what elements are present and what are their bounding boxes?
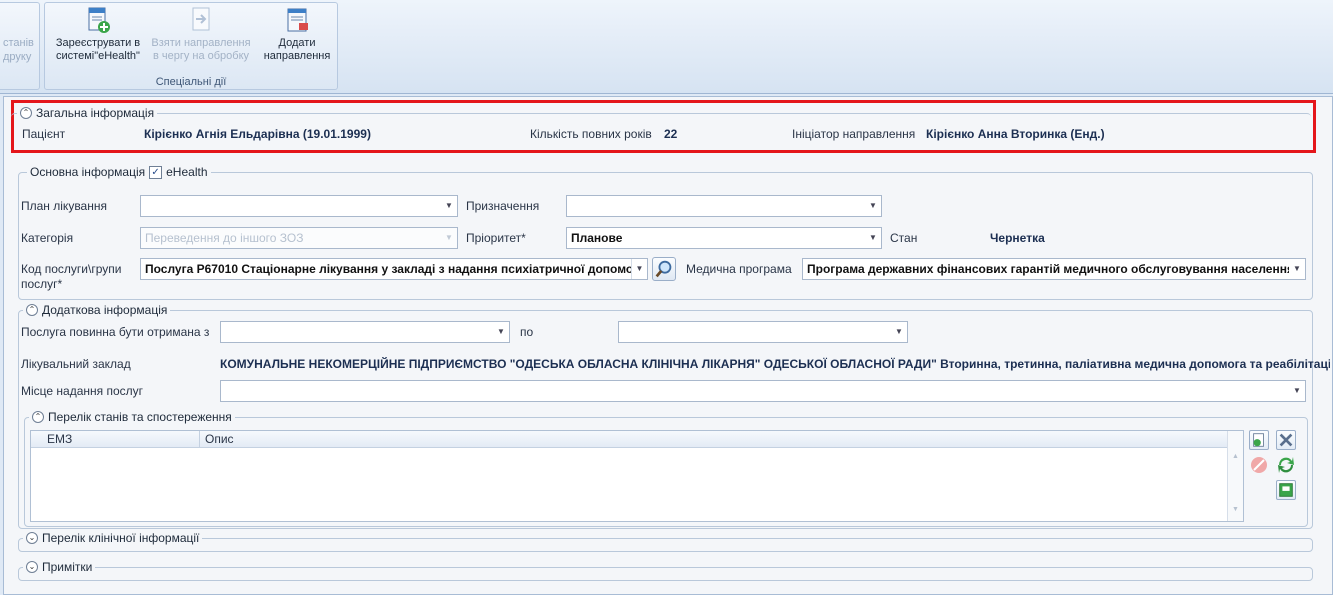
refresh-button[interactable] bbox=[1276, 455, 1296, 475]
plan-combo[interactable]: ▼ bbox=[140, 195, 458, 217]
program-combo[interactable]: Програма державних фінансових гарантій м… bbox=[802, 258, 1306, 280]
add-state-button[interactable] bbox=[1249, 430, 1269, 450]
ribbon-group-special: Зареєструвати в системі"eHealth" Взяти н… bbox=[44, 2, 338, 90]
category-value: Переведення до іншого ЗОЗ bbox=[145, 231, 304, 245]
state-label: Стан bbox=[890, 231, 918, 245]
chevron-down-icon[interactable]: ▼ bbox=[1289, 259, 1305, 279]
register-label-1: Зареєструвати в bbox=[55, 37, 141, 49]
facility-value: КОМУНАЛЬНЕ НЕКОМЕРЦІЙНЕ ПІДПРИЄМСТВО "ОД… bbox=[220, 357, 1330, 371]
from-date-combo[interactable]: ▼ bbox=[220, 321, 510, 343]
column-emz[interactable]: ЕМЗ bbox=[47, 432, 72, 446]
years-value: 22 bbox=[664, 127, 678, 141]
chevron-down-icon[interactable]: ▼ bbox=[631, 259, 647, 279]
column-description[interactable]: Опис bbox=[205, 432, 234, 446]
chevron-down-icon[interactable]: ▼ bbox=[891, 322, 907, 342]
purpose-combo[interactable]: ▼ bbox=[566, 195, 882, 217]
export-button[interactable] bbox=[1276, 480, 1296, 500]
add-referral-button[interactable]: Додати направлення bbox=[257, 5, 337, 63]
chevron-up-icon[interactable]: ⌃ bbox=[26, 304, 38, 316]
initiator-label: Ініціатор направлення bbox=[792, 127, 916, 141]
states-grid-header: ЕМЗ Опис bbox=[31, 431, 1243, 448]
service-label-1: Код послуги\групи bbox=[21, 262, 122, 276]
ribbon-left-line1[interactable]: станів bbox=[3, 37, 34, 49]
to-date-combo[interactable]: ▼ bbox=[618, 321, 908, 343]
add-referral-icon bbox=[287, 8, 308, 32]
queue-label-2: в чергу на обробку bbox=[152, 50, 250, 62]
take-to-queue-button[interactable]: Взяти направлення в чергу на обробку bbox=[147, 5, 255, 63]
patient-value: Кірієнко Агнія Ельдарівна (19.01.1999) bbox=[144, 127, 371, 141]
states-grid[interactable]: ЕМЗ Опис ▲ ▼ bbox=[30, 430, 1244, 522]
from-label: Послуга повинна бути отримана з bbox=[21, 325, 210, 339]
add-document-icon bbox=[1253, 433, 1264, 447]
service-label-2: послуг* bbox=[21, 277, 63, 291]
ehealth-label: eHealth bbox=[166, 165, 208, 179]
ribbon-group-caption: Спеціальні дії bbox=[155, 76, 227, 88]
initiator-value: Кірієнко Анна Вторинка (Енд.) bbox=[926, 127, 1105, 141]
service-value: Послуга P67010 Стаціонарне лікування у з… bbox=[145, 262, 646, 276]
extra-info-legend: Додаткова інформація bbox=[42, 303, 168, 317]
state-value: Чернетка bbox=[990, 231, 1045, 245]
service-combo[interactable]: Послуга P67010 Стаціонарне лікування у з… bbox=[140, 258, 648, 280]
lookup-button[interactable] bbox=[652, 257, 676, 281]
edit-state-button[interactable] bbox=[1276, 430, 1296, 450]
register-ehealth-button[interactable]: Зареєструвати в системі"eHealth" bbox=[49, 5, 147, 63]
general-info-legend: Загальна інформація bbox=[36, 106, 155, 120]
tools-icon bbox=[1279, 433, 1293, 447]
facility-label: Лікувальний заклад bbox=[21, 357, 131, 371]
chevron-up-icon[interactable]: ⌃ bbox=[32, 411, 44, 423]
plan-label: План лікування bbox=[21, 199, 107, 213]
priority-label: Пріоритет* bbox=[466, 231, 526, 245]
chevron-down-icon[interactable]: ▼ bbox=[1289, 381, 1305, 401]
program-value: Програма державних фінансових гарантій м… bbox=[807, 262, 1294, 276]
arrow-document-icon bbox=[192, 7, 210, 31]
register-label-2: системі"eHealth" bbox=[56, 50, 140, 62]
chevron-down-icon[interactable]: ▼ bbox=[441, 196, 457, 216]
years-label: Кількість повних років bbox=[530, 127, 652, 141]
program-label: Медична програма bbox=[686, 262, 792, 276]
ribbon-group-print: станів друку bbox=[0, 2, 40, 90]
priority-combo[interactable]: Планове ▼ bbox=[566, 227, 882, 249]
delete-state-button[interactable] bbox=[1249, 455, 1269, 475]
notes-section: ⌄ Примітки bbox=[18, 560, 1313, 581]
chevron-down-icon[interactable]: ⌄ bbox=[26, 532, 38, 544]
magnifier-icon bbox=[655, 260, 672, 278]
priority-value: Планове bbox=[571, 231, 623, 245]
clinical-section: ⌄ Перелік клінічної інформації bbox=[18, 531, 1313, 552]
chevron-down-icon[interactable]: ▼ bbox=[865, 196, 881, 216]
clinical-legend: Перелік клінічної інформації bbox=[42, 531, 200, 545]
flag-sheet-icon bbox=[1279, 483, 1293, 497]
chevron-up-icon[interactable]: ⌃ bbox=[20, 107, 32, 119]
chevron-down-icon[interactable]: ▼ bbox=[493, 322, 509, 342]
patient-label: Пацієнт bbox=[22, 127, 66, 141]
chevron-down-icon[interactable]: ▼ bbox=[865, 228, 881, 248]
category-label: Категорія bbox=[21, 231, 74, 245]
ribbon-left-line2[interactable]: друку bbox=[3, 51, 31, 63]
purpose-label: Призначення bbox=[466, 199, 540, 213]
register-document-icon bbox=[88, 7, 110, 33]
chevron-down-icon[interactable]: ▼ bbox=[441, 228, 457, 248]
ehealth-checkbox[interactable]: ✓ bbox=[149, 165, 163, 179]
place-label: Місце надання послуг bbox=[21, 384, 144, 398]
forbidden-icon bbox=[1251, 457, 1267, 473]
refresh-icon bbox=[1278, 457, 1294, 473]
ribbon: станів друку Зареєструвати в системі"eHe… bbox=[0, 0, 1333, 94]
chevron-down-icon[interactable]: ⌄ bbox=[26, 561, 38, 573]
queue-label-1: Взяти направлення bbox=[151, 37, 251, 49]
referral-form: ⌃ Загальна інформація Пацієнт Кірієнко А… bbox=[3, 96, 1333, 595]
add-label-2: направлення bbox=[263, 50, 331, 62]
to-label: по bbox=[520, 325, 534, 339]
basic-info-legend: Основна інформація bbox=[30, 165, 146, 179]
place-combo[interactable]: ▼ bbox=[220, 380, 1306, 402]
category-combo[interactable]: Переведення до іншого ЗОЗ ▼ bbox=[140, 227, 458, 249]
add-label-1: Додати bbox=[278, 37, 316, 49]
grid-scrollbar[interactable]: ▲ ▼ bbox=[1227, 431, 1243, 521]
notes-legend: Примітки bbox=[42, 560, 93, 574]
states-legend: Перелік станів та спостереження bbox=[48, 410, 232, 424]
